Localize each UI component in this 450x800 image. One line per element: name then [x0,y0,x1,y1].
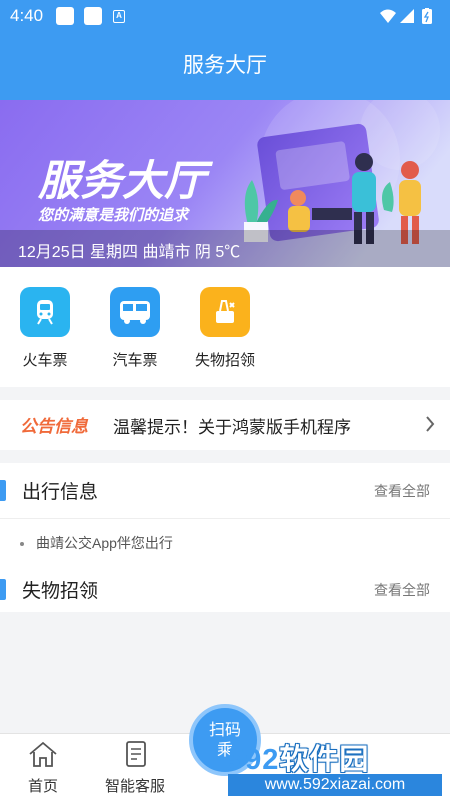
keyboard-a-icon: A [113,10,125,23]
page-title: 服务大厅 [183,54,267,77]
section-title: 失物招领 [22,581,99,602]
watermark-logo: 592软件园 [228,736,369,778]
lost-found-icon [200,287,250,337]
chevron-right-icon [424,414,436,438]
tab-label: 首页 [27,778,58,795]
banner-slogan: 您的满意是我们的追求 [38,206,190,224]
bullet-icon [20,542,24,547]
tab-home[interactable]: 首页 [3,740,83,796]
service-grid: 火车票 汽车票 失物招领 [0,267,450,387]
banner-info: 12月25日 星期四 曲靖市 阴 5℃ [18,244,241,261]
service-label: 失物招领 [194,352,255,369]
bus-icon [110,287,160,337]
service-lost-found[interactable]: 失物招领 [190,287,260,370]
banner-headline: 服务大厅 [37,156,214,205]
signal-icon [400,9,414,23]
section-title: 出行信息 [22,482,99,503]
list-item[interactable]: 曲靖公交App伴您出行 [20,533,173,553]
section-accent [0,480,6,501]
watermark-number: 592 [228,744,280,776]
service-label: 汽车票 [112,352,158,369]
lost-found-section: 失物招领 查看全部 [0,562,450,612]
notification-icon [56,7,74,25]
document-icon [126,741,146,767]
wifi-icon [380,9,396,23]
service-train-ticket[interactable]: 火车票 [10,287,80,370]
announcement-bar[interactable]: 公告信息 温馨提示！关于鸿蒙版手机程序 [0,400,450,450]
notification-icon [84,7,102,25]
news-title: 曲靖公交App伴您出行 [36,535,173,551]
battery-icon [422,8,432,24]
watermark: 592软件园 www.592xiazai.com [222,736,450,800]
announcement-text: 温馨提示！关于鸿蒙版手机程序 [113,418,351,437]
tab-smart-service[interactable]: 智能客服 [95,740,175,796]
service-bus-ticket[interactable]: 汽车票 [100,287,170,370]
watermark-url: www.592xiazai.com [228,774,442,796]
service-label: 火车票 [22,352,68,369]
announcement-tag: 公告信息 [20,417,88,436]
status-bar: 4:40 A [0,0,450,33]
section-accent [0,579,6,600]
travel-info-section: 出行信息 查看全部 曲靖公交App伴您出行 [0,463,450,566]
train-icon [20,287,70,337]
status-time: 4:40 [10,6,44,25]
view-all-travel-link[interactable]: 查看全部 [374,481,430,501]
home-icon [29,741,57,767]
watermark-brand: 软件园 [279,744,370,776]
title-bar: 服务大厅 [0,33,450,100]
tab-label: 智能客服 [104,778,165,795]
service-banner[interactable]: 服务大厅 您的满意是我们的追求 12月25日 星期四 曲靖市 阴 5℃ [0,100,450,267]
status-icons [378,8,438,30]
divider [0,518,450,519]
view-all-lost-link[interactable]: 查看全部 [374,580,430,600]
